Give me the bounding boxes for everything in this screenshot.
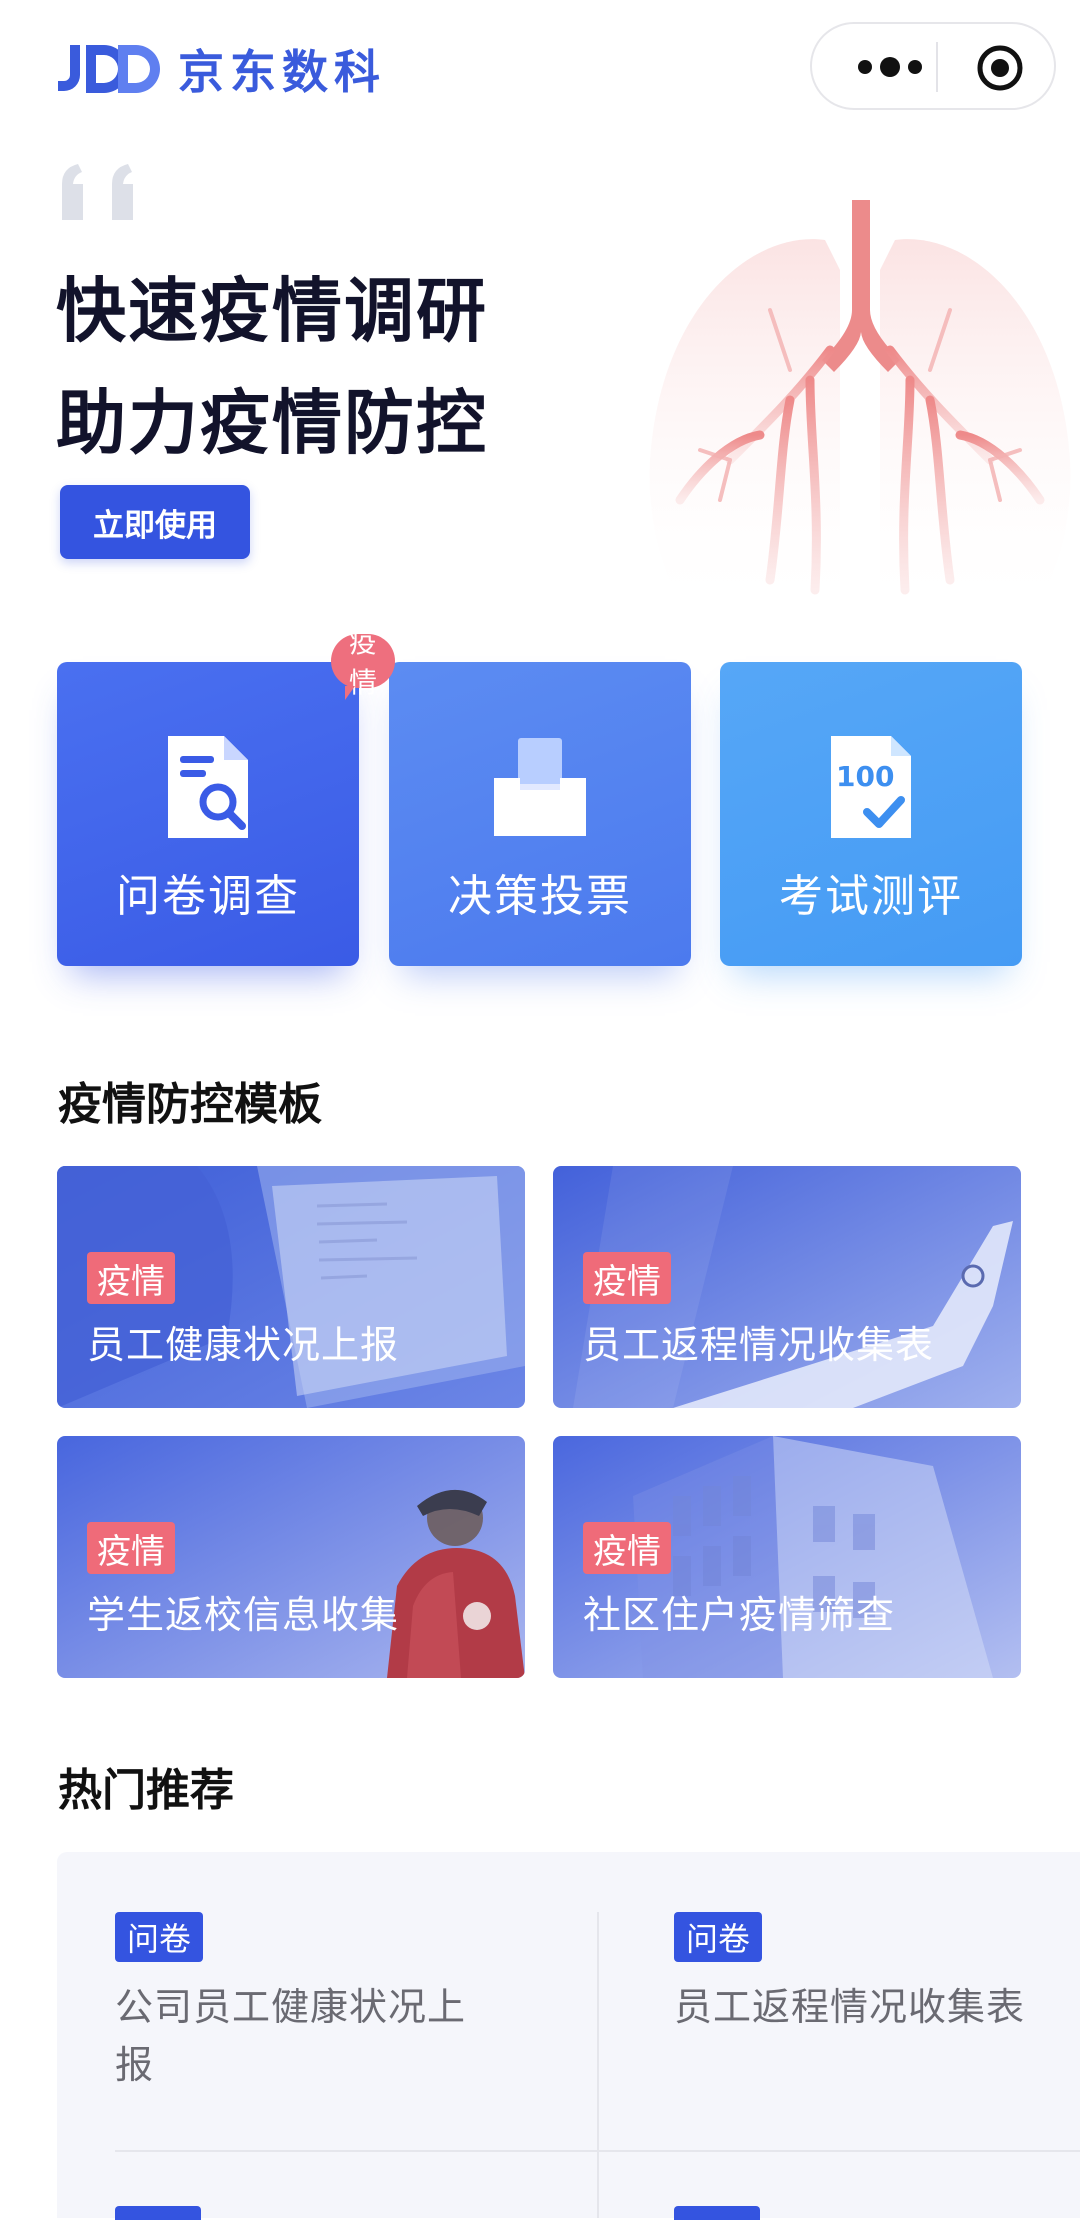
- exam-tile[interactable]: 100 考试测评: [720, 662, 1022, 966]
- brand-logo: 京东数科: [56, 36, 386, 102]
- hot-item-title: 员工返程情况收集表: [674, 1985, 1026, 2029]
- capsule-divider: [936, 42, 938, 92]
- quote-mark-icon: [62, 164, 133, 220]
- survey-tile[interactable]: 疫情 问卷调查: [57, 626, 396, 966]
- hot-divider-horizontal: [115, 2150, 1080, 2152]
- template-tag: 疫情: [87, 1522, 175, 1574]
- hot-section-title: 热门推荐: [58, 1765, 234, 1816]
- exam-score-icon: 100: [831, 736, 911, 838]
- hot-item[interactable]: 问卷 员工返程情况收集表: [674, 1912, 1034, 2036]
- templates-section-title: 疫情防控模板: [58, 1079, 322, 1130]
- hot-divider-vertical: [597, 1912, 599, 2218]
- template-tag: 疫情: [583, 1522, 671, 1574]
- survey-tag: 问卷: [674, 1912, 763, 1962]
- hero-banner: 快速疫情调研 助力疫情防控 立即使用: [0, 140, 1080, 620]
- template-card-staff-return[interactable]: 疫情 员工返程情况收集表: [553, 1166, 1021, 1408]
- mini-program-capsule: [810, 22, 1056, 110]
- exam-score-text: 100: [836, 760, 894, 793]
- target-circle-icon[interactable]: [976, 44, 1024, 92]
- ballot-box-icon: [494, 738, 586, 836]
- template-tag: 疫情: [87, 1252, 175, 1304]
- exam-label: 考试测评: [779, 871, 963, 922]
- survey-tag: 问卷: [115, 1912, 204, 1962]
- template-card-student-return[interactable]: 疫情 学生返校信息收集: [57, 1436, 525, 1678]
- feature-tiles: 疫情 问卷调查 决策投票 100 考试测评: [0, 626, 1080, 992]
- vote-tile[interactable]: 决策投票: [389, 662, 691, 966]
- document-search-icon: [168, 736, 248, 838]
- hero-title: 快速疫情调研 助力疫情防控: [56, 255, 488, 479]
- template-card-staff-health[interactable]: 疫情 员工健康状况上报: [57, 1166, 525, 1408]
- hot-recommend-panel: 问卷 公司员工健康状况上报 问卷 员工返程情况收集表: [57, 1852, 1080, 2220]
- template-name: 学生返校信息收集: [87, 1593, 400, 1637]
- vote-label: 决策投票: [448, 871, 632, 922]
- use-now-button[interactable]: 立即使用: [60, 485, 250, 559]
- lungs-illustration: [649, 200, 1071, 620]
- jdd-logo-icon: [58, 45, 160, 93]
- epidemic-badge: 疫情: [331, 626, 396, 700]
- brand-name: 京东数科: [178, 45, 386, 99]
- survey-label: 问卷调查: [116, 871, 300, 922]
- hot-item-title: 公司员工健康状况上报: [115, 1985, 467, 2087]
- hot-item[interactable]: 问卷 公司员工健康状况上报: [115, 1912, 495, 2094]
- top-bar: 京东数科: [0, 0, 1080, 140]
- template-tag: 疫情: [583, 1252, 671, 1304]
- template-name: 员工健康状况上报: [87, 1323, 400, 1367]
- template-name: 社区住户疫情筛查: [583, 1593, 896, 1637]
- template-name: 员工返程情况收集表: [583, 1323, 935, 1367]
- template-card-community-screening[interactable]: 疫情 社区住户疫情筛查: [553, 1436, 1021, 1678]
- hero-title-line-2: 助力疫情防控: [56, 382, 488, 464]
- hero-title-line-1: 快速疫情调研: [56, 270, 488, 352]
- more-dots-icon[interactable]: [848, 52, 932, 82]
